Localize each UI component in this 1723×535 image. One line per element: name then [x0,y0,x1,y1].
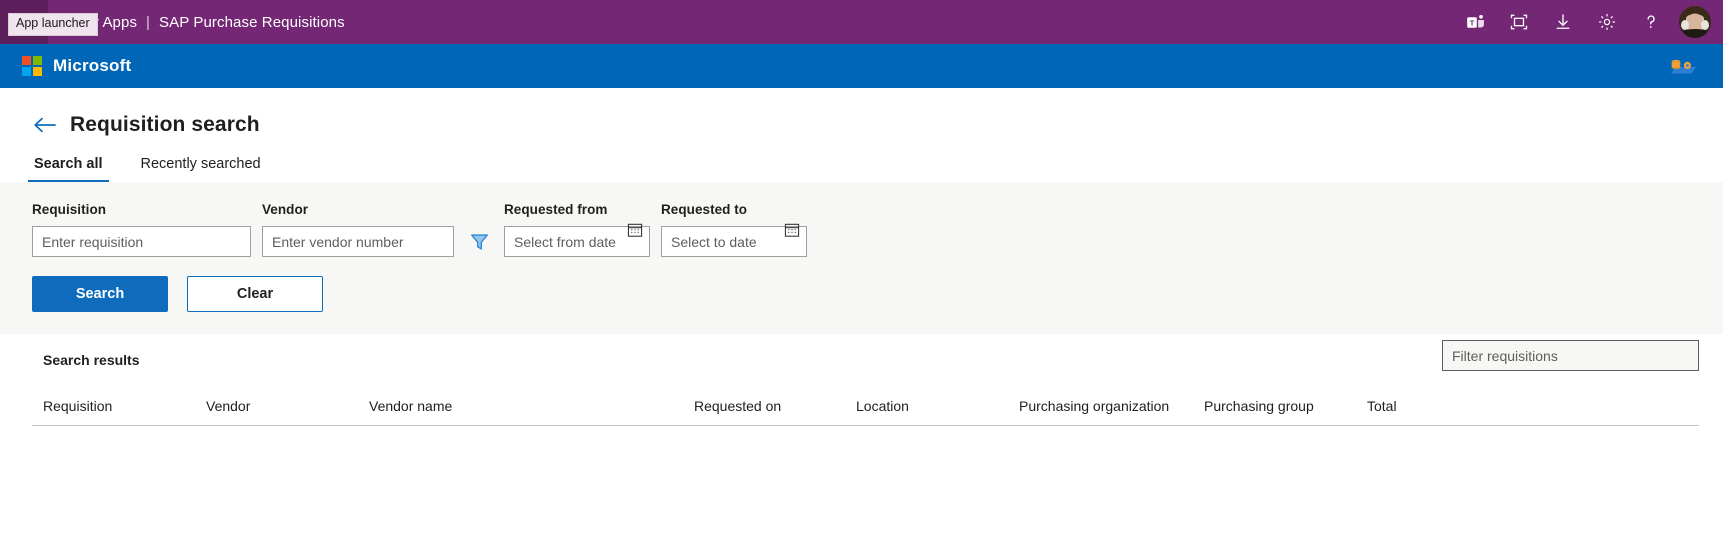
page-header: Requisition search [0,88,1723,140]
column-header-location[interactable]: Location [856,398,1019,414]
search-results-card: Search results Requisition Vendor Vendor… [32,334,1699,518]
teams-icon[interactable]: T [1453,0,1497,44]
funnel-icon[interactable] [468,226,490,257]
tab-recently-searched[interactable]: Recently searched [139,156,263,182]
suite-bar-actions: T [1453,0,1723,44]
microsoft-logo [22,56,42,76]
tab-list: Search all Recently searched [0,140,1723,182]
table-header-row: Requisition Vendor Vendor name Requested… [32,386,1699,426]
svg-text:T: T [1469,18,1474,27]
search-actions: Search Clear [32,276,1723,312]
requested-to-label: Requested to [661,202,748,217]
clear-button[interactable]: Clear [187,276,323,312]
column-header-requested-on[interactable]: Requested on [694,398,856,414]
requested-from-label: Requested from [504,202,608,217]
requested-to-input[interactable] [661,226,807,257]
vendor-label: Vendor [262,202,309,217]
column-header-vendor[interactable]: Vendor [206,398,369,414]
search-results-title: Search results [43,352,140,368]
requisition-label: Requisition [32,202,107,217]
back-arrow-icon[interactable] [32,112,58,138]
search-fields-row: Requisition Vendor Requested from [32,202,1723,257]
page-body: Requisition search Search all Recently s… [0,88,1723,535]
column-header-purchasing-organization[interactable]: Purchasing organization [1019,398,1204,414]
search-filter-panel: Requisition Vendor Requested from [0,182,1723,334]
suite-separator: | [146,13,151,31]
column-header-purchasing-group[interactable]: Purchasing group [1204,398,1367,414]
requested-from-input[interactable] [504,226,650,257]
requested-to-field-group: Requested to [661,202,807,257]
tab-search-all[interactable]: Search all [28,156,109,182]
column-header-requisition[interactable]: Requisition [43,398,206,414]
requisition-input[interactable] [32,226,251,257]
requested-from-field-group: Requested from [504,202,650,257]
app-launcher-tooltip: App launcher [8,13,98,36]
column-header-vendor-name[interactable]: Vendor name [369,398,694,414]
suite-app-name[interactable]: SAP Purchase Requisitions [159,14,345,31]
microsoft-brand-bar: Microsoft [0,44,1723,88]
brand-bar-actions [1663,55,1703,77]
vendor-input[interactable] [262,226,454,257]
column-header-total[interactable]: Total [1367,398,1487,414]
filter-requisitions-input[interactable] [1442,340,1699,371]
suite-bar: Power Apps|SAP Purchase Requisitions App… [0,0,1723,44]
help-icon[interactable] [1629,0,1673,44]
page-title: Requisition search [70,113,260,136]
results-table: Requisition Vendor Vendor name Requested… [32,386,1699,518]
search-results-header: Search results [32,334,1699,386]
microsoft-wordmark: Microsoft [53,56,132,75]
avatar[interactable] [1679,6,1711,38]
capture-icon[interactable] [1497,0,1541,44]
data-settings-icon[interactable] [1663,55,1703,77]
table-body [32,426,1699,518]
download-icon[interactable] [1541,0,1585,44]
gear-icon[interactable] [1585,0,1629,44]
search-button[interactable]: Search [32,276,168,312]
requisition-field-group: Requisition [32,202,251,257]
vendor-field-group: Vendor [262,202,454,257]
